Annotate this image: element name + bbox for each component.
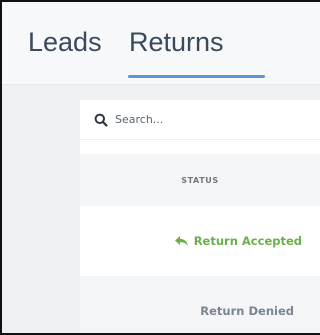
tab-returns[interactable]: Returns bbox=[129, 26, 224, 58]
column-header-status[interactable]: STATUS bbox=[181, 176, 218, 185]
app-frame: Leads Returns STATUS Return Accepted Ret… bbox=[0, 0, 320, 335]
table-row[interactable]: Return Accepted bbox=[80, 206, 320, 276]
reply-icon bbox=[174, 236, 188, 246]
tab-leads[interactable]: Leads bbox=[28, 26, 102, 58]
status-text: Return Accepted bbox=[193, 234, 302, 248]
table-header: STATUS bbox=[80, 154, 320, 206]
status-badge: Return Accepted bbox=[174, 234, 302, 248]
search-bar bbox=[80, 100, 320, 140]
tab-bar: Leads Returns bbox=[2, 2, 320, 85]
search-icon bbox=[94, 113, 108, 127]
active-tab-indicator bbox=[128, 75, 265, 78]
table-row[interactable]: Return Denied bbox=[80, 276, 320, 333]
status-text: Return Denied bbox=[200, 304, 294, 318]
search-input[interactable] bbox=[115, 113, 315, 126]
returns-panel: STATUS Return Accepted Return Denied bbox=[80, 100, 320, 333]
